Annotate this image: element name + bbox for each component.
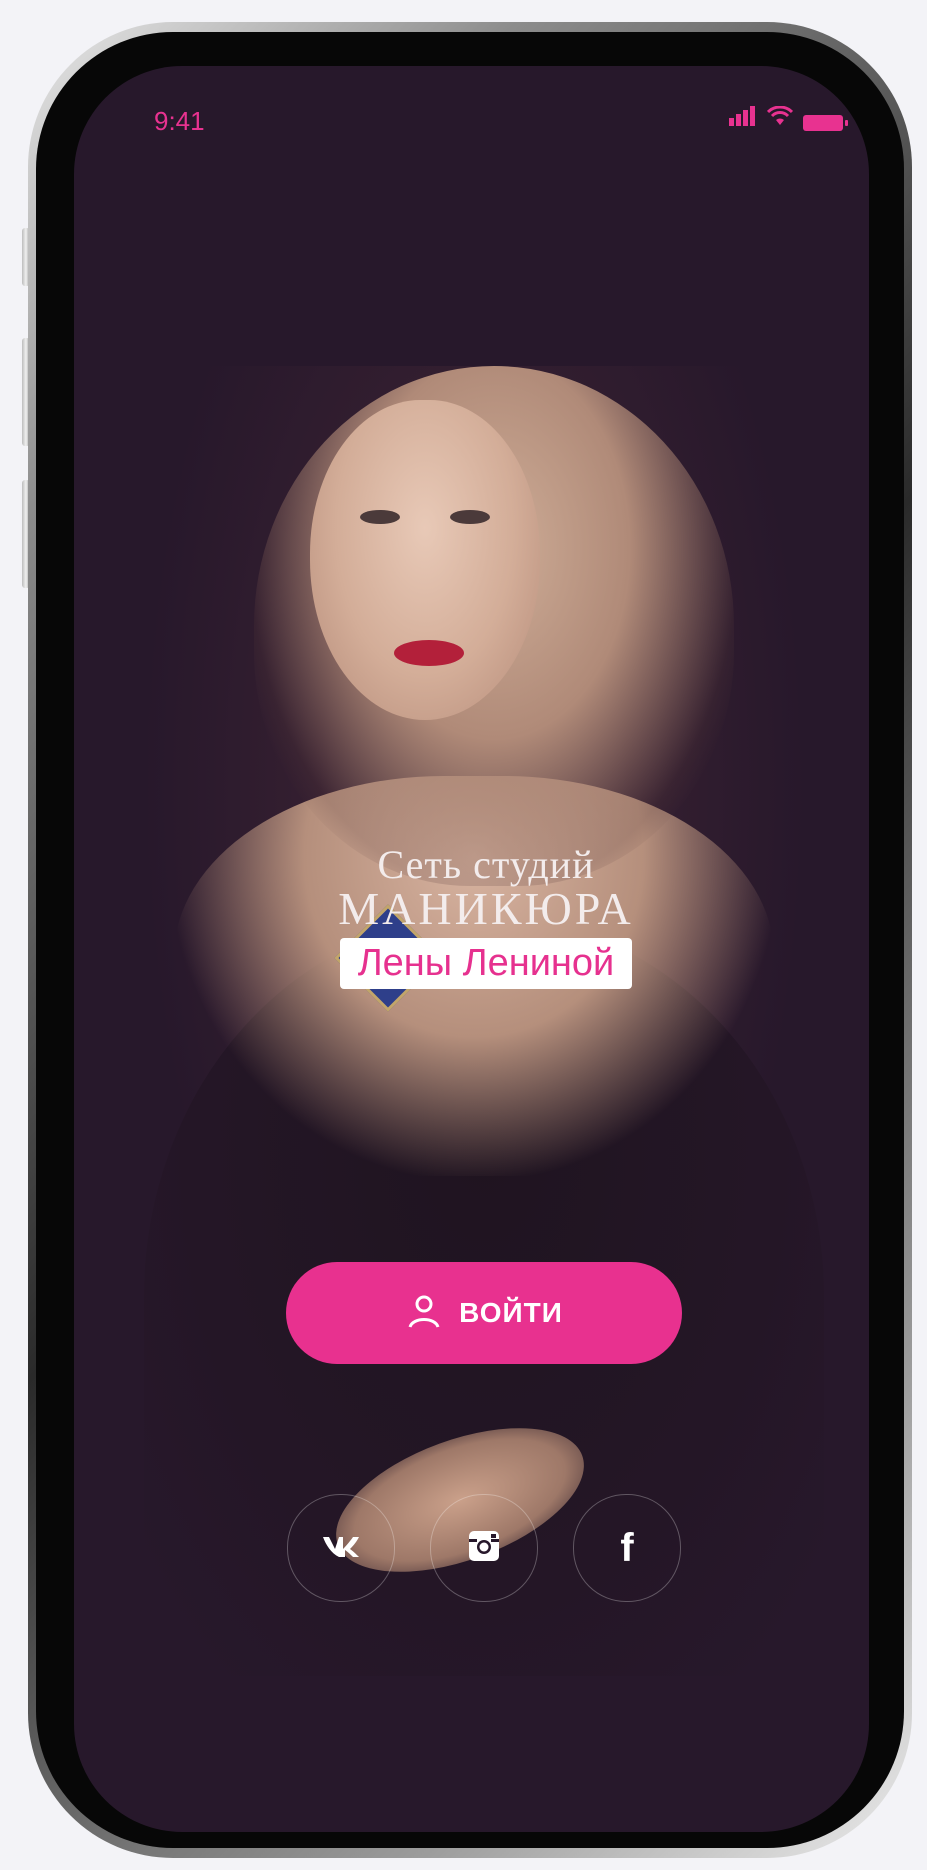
brand-logo: Сеть студий МАНИКЮРА Лены Лениной	[316, 844, 656, 989]
vk-icon	[321, 1529, 361, 1568]
login-button[interactable]: ВОЙТИ	[286, 1262, 682, 1364]
user-icon	[405, 1292, 443, 1335]
logo-line-1: Сеть студий	[377, 842, 595, 887]
facebook-button[interactable]: f	[573, 1494, 681, 1602]
logo-line-2: МАНИКЮРА	[338, 883, 634, 934]
instagram-icon	[466, 1528, 502, 1569]
signal-icon	[729, 106, 757, 131]
facebook-icon: f	[620, 1525, 634, 1570]
wifi-icon	[766, 105, 794, 131]
status-time: 9:41	[154, 106, 205, 136]
battery-icon	[803, 115, 848, 131]
logo-line-3: Лены Лениной	[357, 942, 615, 984]
login-label: ВОЙТИ	[459, 1297, 563, 1328]
instagram-button[interactable]	[430, 1494, 538, 1602]
logo-badge: Лены Лениной	[339, 938, 633, 989]
status-icons	[729, 105, 848, 131]
vk-button[interactable]	[287, 1494, 395, 1602]
